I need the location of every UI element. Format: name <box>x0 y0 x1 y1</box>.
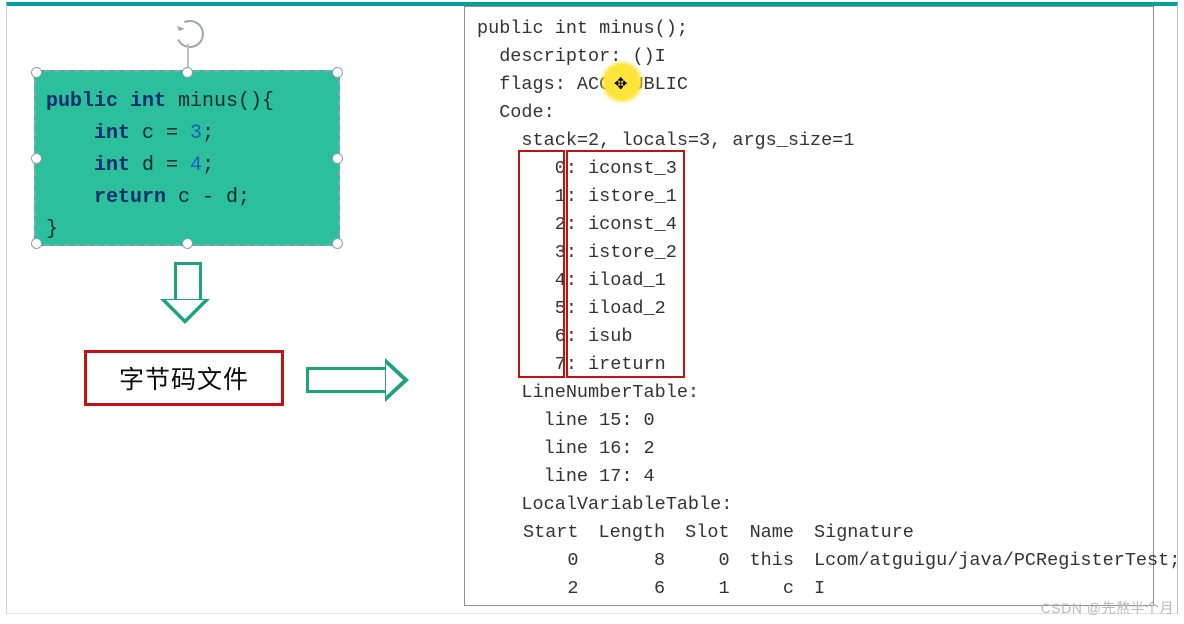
watermark: CSDN @先熬半个月 <box>1041 598 1174 618</box>
table-row: 080thisLcom/atguigu/java/PCRegisterTest; <box>513 547 1184 575</box>
resize-handle-icon[interactable] <box>31 153 42 164</box>
code-text: c - d; <box>166 186 250 209</box>
code-text: int <box>94 154 130 177</box>
code-text: } <box>46 218 58 241</box>
dump-flags: flags: ACC_PUBLIC <box>477 71 1145 99</box>
resize-handle-icon[interactable] <box>182 67 193 78</box>
bytecode-file-text: 字节码文件 <box>119 360 249 396</box>
code-text: 3 <box>190 122 202 145</box>
dump-signature: public int minus(); <box>477 15 1145 43</box>
table-header-cell: Slot <box>675 519 739 547</box>
resize-handle-icon[interactable] <box>332 67 343 78</box>
instruction-row: 6: isub <box>477 323 1145 351</box>
instruction-row: 0: iconst_3 <box>477 155 1145 183</box>
arrow-down-icon <box>160 262 210 322</box>
resize-handle-icon[interactable] <box>31 238 42 249</box>
bytecode-file-label: 字节码文件 <box>84 350 284 406</box>
local-var-table-label: LocalVariableTable: <box>477 491 1145 519</box>
table-cell: c <box>740 575 804 603</box>
resize-handle-icon[interactable] <box>31 67 42 78</box>
code-text: d = <box>130 154 190 177</box>
table-cell: 0 <box>675 547 739 575</box>
table-cell: Lcom/atguigu/java/PCRegisterTest; <box>804 547 1184 575</box>
dump-descriptor: descriptor: ()I <box>477 43 1145 71</box>
resize-handle-icon[interactable] <box>182 238 193 249</box>
resize-handle-icon[interactable] <box>332 238 343 249</box>
instruction-list: 0: iconst_3 1: istore_1 2: iconst_4 3: i… <box>477 155 1145 379</box>
dump-stack-line: stack=2, locals=3, args_size=1 <box>477 127 1145 155</box>
table-cell: 0 <box>513 547 589 575</box>
lnt-row: line 16: 2 <box>477 435 1145 463</box>
table-cell: 6 <box>589 575 676 603</box>
code-text: int <box>94 122 130 145</box>
table-header-cell: Start <box>513 519 589 547</box>
table-cell: 8 <box>589 547 676 575</box>
line-number-table-label: LineNumberTable: <box>477 379 1145 407</box>
resize-handle-icon[interactable] <box>332 153 343 164</box>
instruction-row: 3: istore_2 <box>477 239 1145 267</box>
dump-code-label: Code: <box>477 99 1145 127</box>
table-header-cell: Length <box>589 519 676 547</box>
table-cell: 1 <box>675 575 739 603</box>
table-cell: 2 <box>513 575 589 603</box>
instruction-row: 7: ireturn <box>477 351 1145 379</box>
line-number-table: line 15: 0 line 16: 2 line 17: 4 <box>477 407 1145 491</box>
local-var-table: StartLengthSlotNameSignature 080thisLcom… <box>513 519 1184 603</box>
lnt-row: line 15: 0 <box>477 407 1145 435</box>
table-cell: this <box>740 547 804 575</box>
source-code-shape[interactable]: public int minus(){ int c = 3; int d = 4… <box>34 70 340 246</box>
code-text: c = <box>130 122 190 145</box>
javap-output: public int minus(); descriptor: ()I flag… <box>464 6 1154 606</box>
instruction-row: 1: istore_1 <box>477 183 1145 211</box>
instruction-row: 5: iload_2 <box>477 295 1145 323</box>
lnt-row: line 17: 4 <box>477 463 1145 491</box>
instruction-row: 2: iconst_4 <box>477 211 1145 239</box>
table-row: StartLengthSlotNameSignature <box>513 519 1184 547</box>
instruction-row: 4: iload_1 <box>477 267 1145 295</box>
table-header-cell: Signature <box>804 519 1184 547</box>
code-text: public int <box>46 90 166 113</box>
table-header-cell: Name <box>740 519 804 547</box>
code-text: 4 <box>190 154 202 177</box>
code-text: return <box>94 186 166 209</box>
arrow-right-icon <box>306 358 409 402</box>
source-code-content: public int minus(){ int c = 3; int d = 4… <box>46 86 328 246</box>
